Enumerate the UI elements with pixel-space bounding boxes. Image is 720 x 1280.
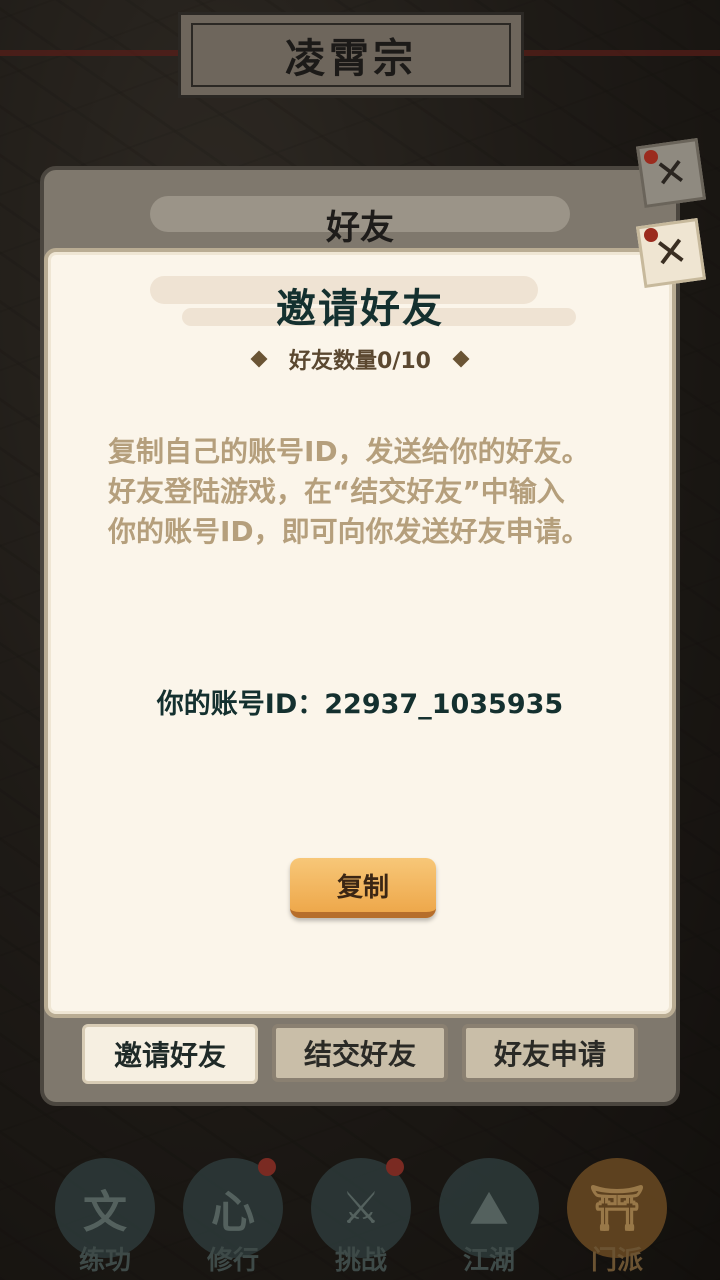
nav-cultivation[interactable]: 心 修行 xyxy=(178,1152,288,1280)
nav-challenge[interactable]: ⚔ 挑战 xyxy=(306,1152,416,1280)
sect-name: 凌霄宗 xyxy=(191,23,511,87)
tab-make-friend[interactable]: 结交好友 xyxy=(272,1024,448,1082)
instruction-line: 好友登陆游戏，在“结交好友”中输入 xyxy=(108,475,565,508)
instruction-line: 你的账号ID，即可向你发送好友申请。 xyxy=(108,515,590,548)
invite-friend-dialog: 邀请好友 好友数量0/10 复制自己的账号ID，发送给你的好友。 好友登陆游戏，… xyxy=(44,248,676,1018)
friend-count: 好友数量0/10 xyxy=(289,349,431,374)
dialog-title: 邀请好友 xyxy=(276,286,444,332)
notification-badge xyxy=(258,1158,276,1176)
copy-button[interactable]: 复制 xyxy=(290,858,436,918)
pin-icon xyxy=(644,228,658,242)
notification-badge xyxy=(386,1158,404,1176)
sect-plaque: 凌霄宗 xyxy=(178,12,524,98)
tab-friend-requests[interactable]: 好友申请 xyxy=(462,1024,638,1082)
nav-label: 练功 xyxy=(78,1246,131,1276)
nav-label: 修行 xyxy=(206,1246,259,1276)
diamond-icon xyxy=(250,350,268,368)
nav-jianghu[interactable]: ⛰ 江湖 xyxy=(434,1152,544,1280)
bottom-nav: 文 练功 心 修行 ⚔ 挑战 ⛰ 江湖 ⛩ 门派 xyxy=(0,1140,720,1280)
nav-sect[interactable]: ⛩ 门派 xyxy=(562,1152,672,1280)
nav-practice[interactable]: 文 练功 xyxy=(50,1152,160,1280)
diamond-icon xyxy=(452,350,470,368)
pin-icon xyxy=(644,150,658,164)
friends-close-button[interactable]: ✕ xyxy=(635,137,707,209)
invite-instructions: 复制自己的账号ID，发送给你的好友。 好友登陆游戏，在“结交好友”中输入 你的账… xyxy=(108,432,628,552)
friend-count-row: 好友数量0/10 xyxy=(48,344,672,374)
nav-label: 江湖 xyxy=(462,1246,515,1276)
nav-label: 门派 xyxy=(590,1246,643,1276)
account-id-text: 你的账号ID：22937_1035935 xyxy=(156,689,564,720)
nav-label: 挑战 xyxy=(334,1246,387,1276)
friends-title: 好友 xyxy=(326,208,394,248)
instruction-line: 复制自己的账号ID，发送给你的好友。 xyxy=(108,435,590,468)
tab-invite-friend[interactable]: 邀请好友 xyxy=(82,1024,258,1084)
